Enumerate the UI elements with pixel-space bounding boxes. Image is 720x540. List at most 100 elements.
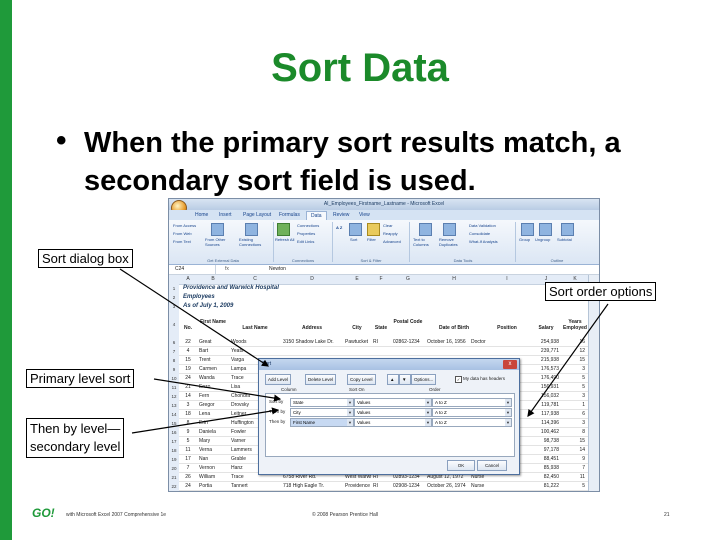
- table-cell[interactable]: 117,938: [531, 410, 559, 419]
- sort-on-select[interactable]: Values ▼: [354, 418, 432, 427]
- sort-on-select[interactable]: Values ▼: [354, 398, 432, 407]
- table-cell[interactable]: Tannert: [231, 482, 281, 491]
- table-cell[interactable]: 15: [179, 356, 197, 365]
- name-box[interactable]: C24: [172, 265, 216, 274]
- table-cell[interactable]: Trent: [199, 356, 229, 365]
- column-header[interactable]: H: [425, 275, 484, 285]
- tab-insert[interactable]: Insert: [215, 211, 236, 220]
- chevron-down-icon[interactable]: ▼: [505, 399, 511, 406]
- options-button[interactable]: Options...: [411, 374, 437, 385]
- table-cell[interactable]: Fern: [199, 392, 229, 401]
- column-header[interactable]: F: [371, 275, 392, 285]
- formula-input[interactable]: Newton: [269, 265, 286, 274]
- table-cell[interactable]: 3150 Shadow Lake Dr.: [283, 338, 343, 347]
- table-cell[interactable]: 7: [179, 464, 197, 473]
- copy-level-button[interactable]: Copy Level: [347, 374, 376, 385]
- table-cell[interactable]: 215,938: [531, 356, 559, 365]
- table-cell[interactable]: Enzo: [199, 383, 229, 392]
- table-cell[interactable]: 7: [561, 464, 585, 473]
- table-cell[interactable]: 97,178: [531, 446, 559, 455]
- column-header[interactable]: I: [483, 275, 532, 285]
- chevron-down-icon[interactable]: ▼: [505, 419, 511, 426]
- table-cell[interactable]: 5: [561, 383, 585, 392]
- sort-az-button[interactable]: A Z: [336, 225, 342, 230]
- table-cell[interactable]: [427, 347, 471, 356]
- table-cell[interactable]: 26: [179, 473, 197, 482]
- table-cell[interactable]: Mary: [199, 437, 229, 446]
- table-cell[interactable]: Nan: [199, 455, 229, 464]
- my-data-has-headers-checkbox[interactable]: ✓: [455, 376, 462, 383]
- table-cell[interactable]: 81,222: [531, 482, 559, 491]
- table-cell[interactable]: Wanda: [199, 374, 229, 383]
- remove-duplicates-button[interactable]: Remove Duplicates: [439, 237, 467, 247]
- chevron-down-icon[interactable]: ▼: [347, 419, 353, 426]
- chevron-down-icon[interactable]: ▼: [347, 399, 353, 406]
- table-cell[interactable]: 239,771: [531, 347, 559, 356]
- table-cell[interactable]: 11: [179, 446, 197, 455]
- existing-connections-button[interactable]: Existing Connections: [239, 237, 267, 247]
- table-cell[interactable]: Woods: [231, 338, 281, 347]
- column-header[interactable]: E: [343, 275, 372, 285]
- table-cell[interactable]: 14: [561, 446, 585, 455]
- table-cell[interactable]: RI: [373, 482, 391, 491]
- row-header[interactable]: 4: [169, 311, 179, 339]
- chevron-down-icon[interactable]: ▼: [425, 399, 431, 406]
- table-cell[interactable]: Providence: [345, 482, 371, 491]
- tab-formulas[interactable]: Formulas: [275, 211, 304, 220]
- tab-home[interactable]: Home: [191, 211, 212, 220]
- table-cell[interactable]: 19: [179, 365, 197, 374]
- table-cell[interactable]: 16: [561, 338, 585, 347]
- move-up-button[interactable]: ▲: [387, 374, 399, 385]
- table-cell[interactable]: 6: [561, 410, 585, 419]
- table-cell[interactable]: 176,490: [531, 374, 559, 383]
- move-down-button[interactable]: ▼: [399, 374, 411, 385]
- table-cell[interactable]: 15: [561, 437, 585, 446]
- table-cell[interactable]: 8: [179, 419, 197, 428]
- what-if-analysis-button[interactable]: What-If Analysis: [469, 239, 498, 244]
- table-cell[interactable]: 21: [179, 383, 197, 392]
- close-icon[interactable]: x: [503, 360, 517, 369]
- table-cell[interactable]: 17: [179, 455, 197, 464]
- data-validation-button[interactable]: Data Validation: [469, 223, 496, 228]
- table-cell[interactable]: 15: [561, 356, 585, 365]
- table-cell[interactable]: Lena: [199, 410, 229, 419]
- sort-button[interactable]: Sort: [350, 237, 357, 242]
- table-cell[interactable]: Verna: [199, 446, 229, 455]
- table-cell[interactable]: 3: [561, 392, 585, 401]
- group-button[interactable]: Group: [519, 237, 530, 242]
- table-cell[interactable]: 4: [179, 347, 197, 356]
- table-cell[interactable]: 24: [179, 374, 197, 383]
- table-cell[interactable]: 114,396: [531, 419, 559, 428]
- delete-level-button[interactable]: Delete Level: [305, 374, 337, 385]
- row-header[interactable]: 22: [169, 482, 179, 491]
- table-cell[interactable]: 11: [561, 473, 585, 482]
- table-cell[interactable]: Portia: [199, 482, 229, 491]
- table-cell[interactable]: 9: [561, 455, 585, 464]
- table-cell[interactable]: 3: [179, 401, 197, 410]
- table-cell[interactable]: 100,462: [531, 428, 559, 437]
- table-cell[interactable]: 02908-1234: [393, 482, 425, 491]
- table-cell[interactable]: 3: [561, 419, 585, 428]
- table-cell[interactable]: 5: [561, 374, 585, 383]
- table-cell[interactable]: Pawtucket: [345, 338, 371, 347]
- table-cell[interactable]: October 26, 1974: [427, 482, 471, 491]
- table-cell[interactable]: 176,573: [531, 365, 559, 374]
- table-cell[interactable]: 5: [179, 437, 197, 446]
- connections-button[interactable]: Connections: [297, 223, 319, 228]
- sort-order-select[interactable]: A to Z ▼: [432, 418, 512, 427]
- consolidate-button[interactable]: Consolidate: [469, 231, 490, 236]
- from-text-button[interactable]: From Text: [173, 239, 191, 244]
- vertical-scrollbar[interactable]: [588, 275, 599, 491]
- table-cell[interactable]: Erin: [199, 419, 229, 428]
- table-cell[interactable]: [393, 347, 425, 356]
- table-cell[interactable]: 02862-1234: [393, 338, 425, 347]
- table-cell[interactable]: 18: [179, 410, 197, 419]
- table-cell[interactable]: October 16, 1956: [427, 338, 471, 347]
- ungroup-button[interactable]: Ungroup: [535, 237, 550, 242]
- refresh-all-button[interactable]: Refresh All: [275, 237, 295, 242]
- from-web-button[interactable]: From Web: [173, 231, 192, 236]
- advanced-button[interactable]: Advanced: [383, 239, 401, 244]
- table-cell[interactable]: [373, 347, 391, 356]
- table-cell[interactable]: 82,450: [531, 473, 559, 482]
- table-cell[interactable]: 156,032: [531, 392, 559, 401]
